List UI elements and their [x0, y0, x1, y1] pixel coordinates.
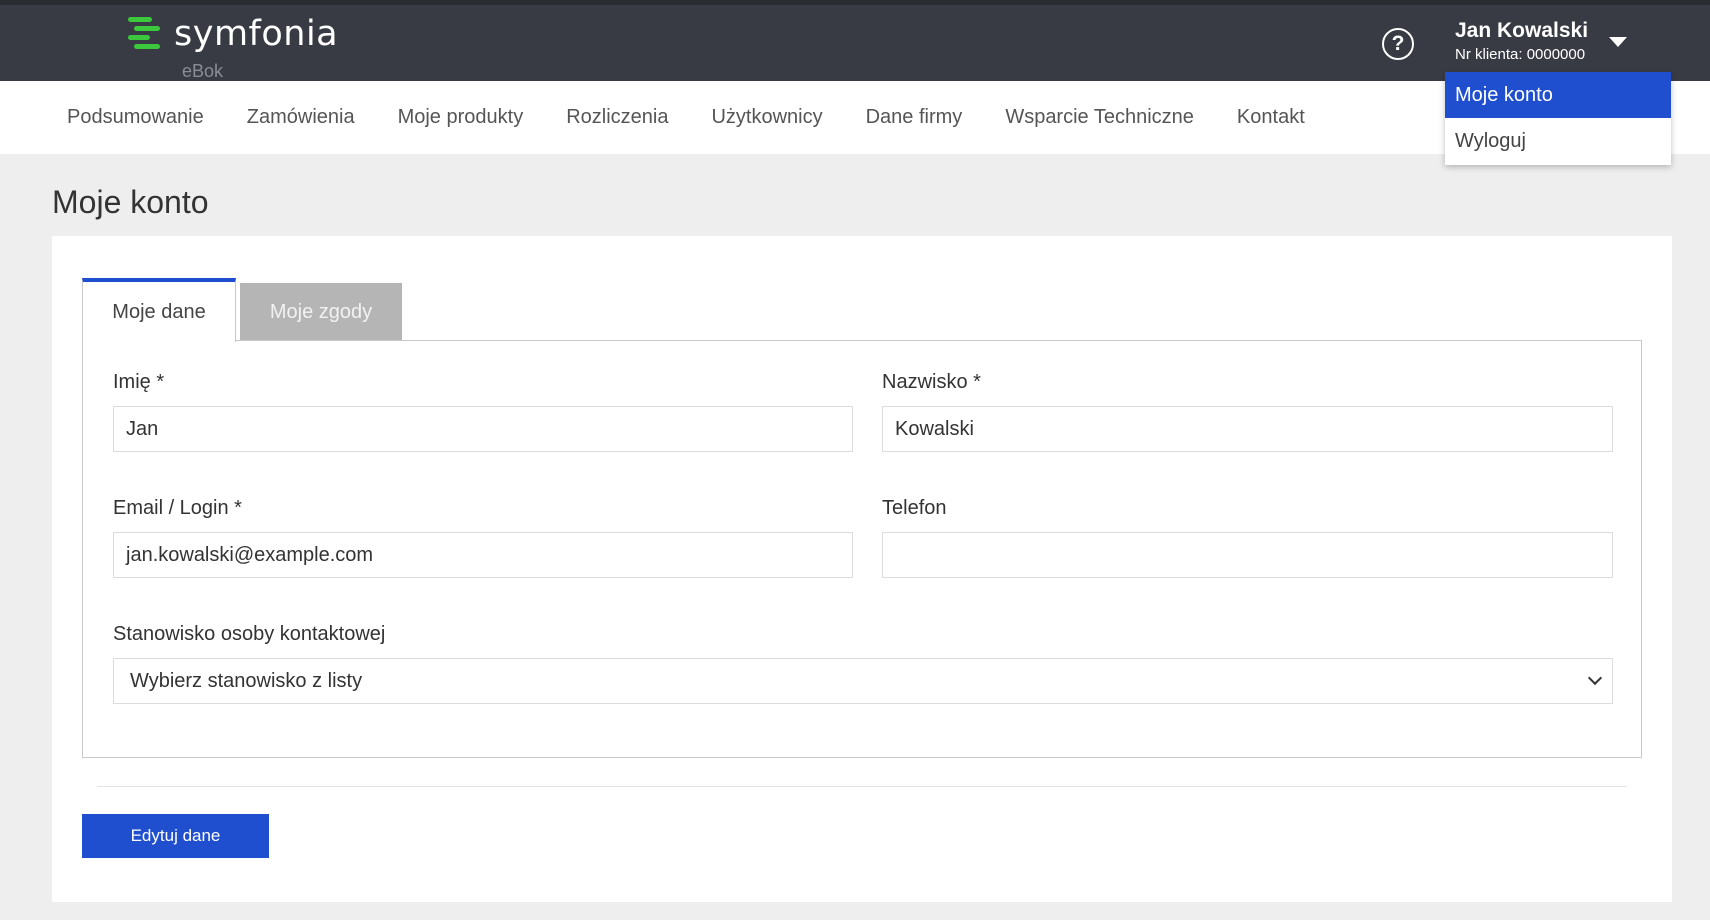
- phone-label: Telefon: [882, 497, 947, 519]
- user-menu-toggle[interactable]: Jan Kowalski Nr klienta: 0000000: [1455, 19, 1588, 63]
- email-group: Email / Login * jan.kowalski@example.com: [113, 497, 853, 578]
- my-data-panel: Imię * Jan Nazwisko * Kowalski Email / L…: [82, 340, 1642, 758]
- first-name-group: Imię * Jan: [113, 371, 853, 452]
- last-name-group: Nazwisko * Kowalski: [882, 371, 1613, 452]
- edit-data-button[interactable]: Edytuj dane: [82, 814, 269, 858]
- form-divider: [97, 786, 1627, 787]
- symfonia-logo[interactable]: symfonia: [128, 14, 338, 54]
- nav-item-billing[interactable]: Rozliczenia: [566, 106, 668, 129]
- position-label: Stanowisko osoby kontaktowej: [113, 623, 386, 645]
- caret-down-icon[interactable]: [1609, 37, 1627, 47]
- logo-text: symfonia: [174, 14, 339, 54]
- first-name-input[interactable]: Jan: [113, 406, 853, 452]
- phone-input[interactable]: [882, 532, 1613, 578]
- account-card: Moje dane Moje zgody Imię * Jan Nazwisko…: [52, 236, 1672, 902]
- help-circle-icon[interactable]: ?: [1382, 28, 1414, 60]
- user-name: Jan Kowalski: [1455, 19, 1589, 42]
- symfonia-logo-icon: [128, 15, 162, 53]
- position-select[interactable]: Wybierz stanowisko z listy: [113, 658, 1613, 704]
- first-name-label: Imię *: [113, 371, 165, 393]
- account-tabs: Moje dane Moje zgody: [82, 278, 402, 342]
- nav-item-contact[interactable]: Kontakt: [1237, 106, 1305, 129]
- nav-item-summary[interactable]: Podsumowanie: [67, 106, 204, 129]
- logo-subtitle: eBok: [182, 61, 224, 81]
- email-input[interactable]: jan.kowalski@example.com: [113, 532, 853, 578]
- top-header: symfonia eBok ? Jan Kowalski Nr klienta:…: [0, 0, 1710, 81]
- nav-item-users[interactable]: Użytkownicy: [711, 106, 822, 129]
- tab-my-data[interactable]: Moje dane: [82, 278, 236, 342]
- menu-item-logout[interactable]: Wyloguj: [1445, 118, 1671, 164]
- nav-item-company-data[interactable]: Dane firmy: [866, 106, 963, 129]
- chevron-down-icon: [1587, 670, 1603, 686]
- tab-my-consents[interactable]: Moje zgody: [240, 283, 402, 341]
- last-name-label: Nazwisko *: [882, 371, 981, 393]
- client-number: Nr klienta: 0000000: [1455, 46, 1586, 63]
- page-title: Moje konto: [52, 184, 209, 220]
- nav-item-tech-support[interactable]: Wsparcie Techniczne: [1005, 106, 1194, 129]
- user-dropdown-menu: Moje konto Wyloguj: [1445, 72, 1671, 165]
- last-name-input[interactable]: Kowalski: [882, 406, 1613, 452]
- nav-item-my-products[interactable]: Moje produkty: [398, 106, 524, 129]
- nav-item-orders[interactable]: Zamówienia: [247, 106, 355, 129]
- position-select-value: Wybierz stanowisko z listy: [130, 669, 363, 692]
- phone-group: Telefon: [882, 497, 1613, 578]
- menu-item-my-account[interactable]: Moje konto: [1445, 72, 1671, 118]
- position-group: Stanowisko osoby kontaktowej Wybierz sta…: [113, 623, 1613, 704]
- email-label: Email / Login *: [113, 497, 242, 519]
